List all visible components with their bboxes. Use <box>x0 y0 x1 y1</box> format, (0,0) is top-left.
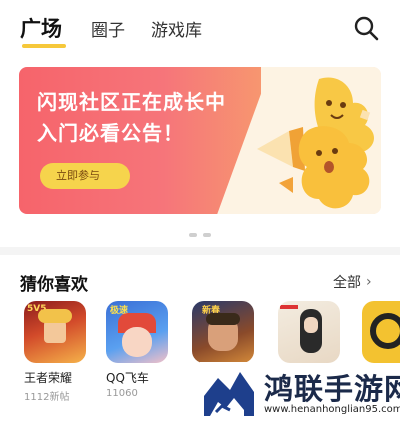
game-post-count: 11060 <box>106 388 138 399</box>
chevron-right-icon[interactable]: › <box>366 274 372 290</box>
banner-pager <box>187 233 217 239</box>
game-name: 王者荣耀 <box>24 371 73 385</box>
tab-square[interactable]: 广场 <box>20 13 62 43</box>
watermark-logo <box>200 362 258 420</box>
game-name: QQ飞车 <box>106 371 149 385</box>
game-item[interactable] <box>362 301 400 363</box>
game-post-count: 1112新帖 <box>24 392 70 403</box>
game-icon-honor-of-kings[interactable]: 5V5 <box>24 301 86 363</box>
search-icon[interactable] <box>352 14 380 42</box>
watermark-url: www.henanhonglian95.com <box>264 404 400 415</box>
watermark-title: 鸿联手游网 <box>264 372 400 406</box>
pager-dot <box>203 233 211 237</box>
game-icon[interactable]: 新春 <box>192 301 254 363</box>
section-title: 猜你喜欢 <box>20 275 88 295</box>
game-item[interactable]: 5V5 王者荣耀 1112新帖 <box>24 301 90 403</box>
announcement-banner[interactable]: 闪现社区正在成长中 入门必看公告！ 立即参与 <box>19 67 381 214</box>
game-item[interactable]: 极速 QQ飞车 11060 <box>106 301 172 399</box>
game-icon-qq-speed[interactable]: 极速 <box>106 301 168 363</box>
pager-dot <box>189 233 197 237</box>
section-divider <box>0 247 400 255</box>
site-watermark: 鸿联手游网 www.henanhonglian95.com <box>200 360 400 421</box>
active-tab-indicator <box>22 44 66 48</box>
view-all-link[interactable]: 全部 <box>333 272 361 292</box>
banner-title: 闪现社区正在成长中 入门必看公告！ <box>37 90 226 145</box>
game-icon[interactable] <box>362 301 400 363</box>
join-now-button[interactable]: 立即参与 <box>40 163 130 189</box>
tab-game-library[interactable]: 游戏库 <box>151 16 202 41</box>
game-item[interactable] <box>278 301 344 363</box>
top-tab-bar: 广场 圈子 游戏库 <box>0 0 400 56</box>
tab-circle[interactable]: 圈子 <box>91 16 125 41</box>
game-item[interactable]: 新春 <box>192 301 258 363</box>
mascot-illustration <box>257 77 374 209</box>
game-icon[interactable] <box>278 301 340 363</box>
